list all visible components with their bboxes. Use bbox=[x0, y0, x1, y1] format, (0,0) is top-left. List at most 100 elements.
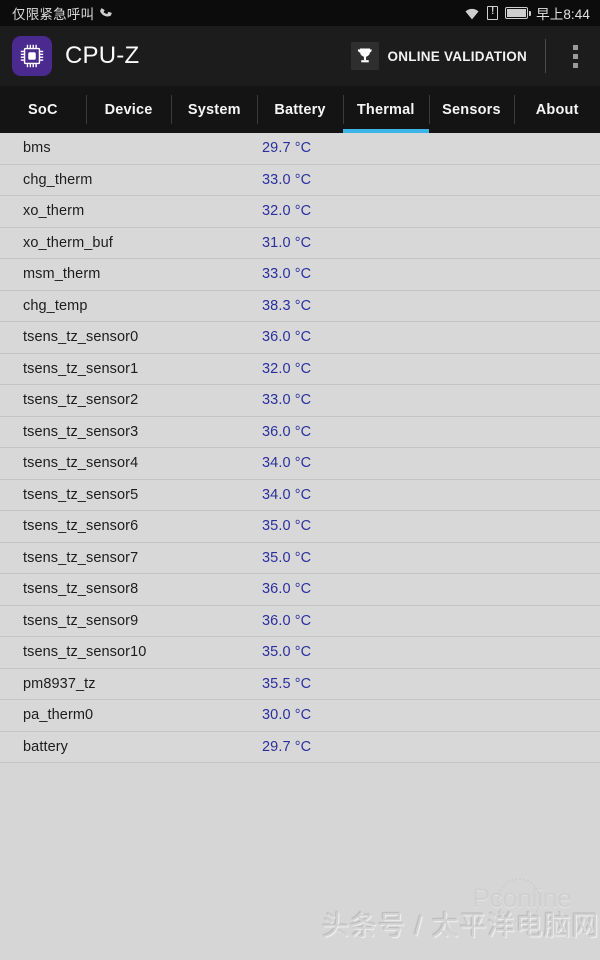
sensor-temperature: 38.3 °C bbox=[262, 297, 312, 314]
kebab-dot bbox=[572, 53, 578, 59]
sensor-temperature: 36.0 °C bbox=[262, 423, 312, 440]
sensor-temperature: 34.0 °C bbox=[262, 455, 312, 472]
table-row[interactable]: xo_therm_buf 31.0 °C bbox=[0, 227, 600, 259]
table-row[interactable]: tsens_tz_sensor4 34.0 °C bbox=[0, 448, 600, 480]
row-inner: tsens_tz_sensor2 33.0 °C bbox=[0, 385, 600, 416]
sensor-name: tsens_tz_sensor2 bbox=[23, 392, 139, 409]
tab-label: Device bbox=[104, 101, 153, 118]
row-inner: tsens_tz_sensor4 34.0 °C bbox=[0, 448, 600, 479]
row-inner: tsens_tz_sensor0 36.0 °C bbox=[0, 322, 600, 353]
row-inner: tsens_tz_sensor9 36.0 °C bbox=[0, 606, 600, 637]
sensor-name: tsens_tz_sensor9 bbox=[23, 612, 139, 629]
table-row[interactable]: tsens_tz_sensor1 32.0 °C bbox=[0, 353, 600, 385]
table-row[interactable]: tsens_tz_sensor7 35.0 °C bbox=[0, 542, 600, 574]
cpu-chip-icon bbox=[12, 36, 52, 76]
tab-bar: SoC Device System Battery Thermal Sensors Abou… bbox=[0, 86, 600, 133]
table-row[interactable]: tsens_tz_sensor8 36.0 °C bbox=[0, 574, 600, 606]
sensor-temperature: 33.0 °C bbox=[262, 266, 312, 283]
status-bar-right: 早上8:44 bbox=[464, 3, 590, 23]
sensor-temperature: 36.0 °C bbox=[262, 329, 312, 346]
tab-label: SoC bbox=[28, 101, 58, 118]
trophy-icon bbox=[350, 42, 379, 70]
sensor-name: xo_therm_buf bbox=[23, 234, 113, 251]
tab-device[interactable]: Device bbox=[85, 86, 172, 133]
wifi-icon bbox=[464, 7, 480, 20]
table-row[interactable]: tsens_tz_sensor0 36.0 °C bbox=[0, 322, 600, 354]
table-row[interactable]: tsens_tz_sensor3 36.0 °C bbox=[0, 416, 600, 448]
table-row[interactable]: tsens_tz_sensor9 36.0 °C bbox=[0, 605, 600, 637]
row-inner: msm_therm 33.0 °C bbox=[0, 259, 600, 290]
tab-system[interactable]: System bbox=[171, 86, 257, 133]
battery-icon bbox=[505, 7, 532, 19]
sensor-name: tsens_tz_sensor4 bbox=[23, 455, 139, 472]
sensor-name: tsens_tz_sensor8 bbox=[23, 581, 139, 598]
row-inner: tsens_tz_sensor8 36.0 °C bbox=[0, 574, 600, 605]
tab-label: Battery bbox=[274, 101, 326, 118]
sim-alert-icon bbox=[487, 5, 499, 20]
row-inner: chg_temp 38.3 °C bbox=[0, 291, 600, 322]
sensor-temperature: 35.5 °C bbox=[262, 675, 312, 692]
online-validation-button[interactable]: ONLINE VALIDATION bbox=[350, 42, 528, 70]
sensor-name: msm_therm bbox=[23, 266, 101, 283]
table-row[interactable]: xo_therm 32.0 °C bbox=[0, 196, 600, 228]
tab-about[interactable]: About bbox=[514, 86, 600, 133]
row-inner: tsens_tz_sensor3 36.0 °C bbox=[0, 417, 600, 448]
clock-label: 早上8:44 bbox=[536, 7, 590, 22]
sensor-temperature: 29.7 °C bbox=[262, 140, 312, 157]
sensor-temperature: 30.0 °C bbox=[262, 707, 312, 724]
kebab-dot bbox=[572, 44, 578, 50]
table-row[interactable]: pa_therm0 30.0 °C bbox=[0, 700, 600, 732]
sensor-name: bms bbox=[23, 140, 51, 157]
tab-battery[interactable]: Battery bbox=[257, 86, 343, 133]
table-row[interactable]: msm_therm 33.0 °C bbox=[0, 259, 600, 291]
app-bar-divider bbox=[545, 39, 546, 73]
table-row[interactable]: tsens_tz_sensor2 33.0 °C bbox=[0, 385, 600, 417]
sensor-name: pa_therm0 bbox=[23, 707, 94, 724]
tab-thermal[interactable]: Thermal bbox=[342, 86, 429, 133]
sensor-name: tsens_tz_sensor10 bbox=[23, 644, 147, 661]
table-row[interactable]: tsens_tz_sensor5 34.0 °C bbox=[0, 479, 600, 511]
sensor-name: tsens_tz_sensor7 bbox=[23, 549, 139, 566]
sensor-temperature: 33.0 °C bbox=[262, 392, 312, 409]
table-row[interactable]: battery 29.7 °C bbox=[0, 731, 600, 763]
status-bar-left: 仅限紧急呼叫 bbox=[12, 3, 113, 23]
sensor-name: tsens_tz_sensor1 bbox=[23, 360, 139, 377]
row-inner: tsens_tz_sensor6 35.0 °C bbox=[0, 511, 600, 542]
tab-sensors[interactable]: Sensors bbox=[428, 86, 515, 133]
row-inner: pm8937_tz 35.5 °C bbox=[0, 669, 600, 700]
row-inner: xo_therm 32.0 °C bbox=[0, 196, 600, 227]
tab-soc[interactable]: SoC bbox=[0, 86, 86, 133]
tab-label: Sensors bbox=[442, 101, 501, 118]
sensor-temperature: 36.0 °C bbox=[262, 581, 312, 598]
sensor-temperature: 29.7 °C bbox=[262, 738, 312, 755]
more-vertical-icon[interactable] bbox=[562, 26, 588, 86]
online-validation-label: ONLINE VALIDATION bbox=[387, 48, 527, 64]
row-inner: battery 29.7 °C bbox=[0, 732, 600, 763]
app-title: CPU-Z bbox=[65, 42, 140, 69]
thermal-list[interactable]: bms 29.7 °C chg_therm 33.0 °C xo_therm 32.0 °… bbox=[0, 133, 600, 960]
row-inner: tsens_tz_sensor7 35.0 °C bbox=[0, 543, 600, 574]
sensor-temperature: 34.0 °C bbox=[262, 486, 312, 503]
tab-label: Thermal bbox=[356, 101, 415, 118]
sensor-name: xo_therm bbox=[23, 203, 85, 220]
row-inner: tsens_tz_sensor10 35.0 °C bbox=[0, 637, 600, 668]
sensor-temperature: 32.0 °C bbox=[262, 203, 312, 220]
table-row[interactable]: bms 29.7 °C bbox=[0, 133, 600, 165]
row-inner: tsens_tz_sensor5 34.0 °C bbox=[0, 480, 600, 511]
sensor-name: tsens_tz_sensor0 bbox=[23, 329, 139, 346]
tab-label: System bbox=[187, 101, 241, 118]
table-row[interactable]: tsens_tz_sensor10 35.0 °C bbox=[0, 637, 600, 669]
table-row[interactable]: chg_therm 33.0 °C bbox=[0, 164, 600, 196]
sensor-name: tsens_tz_sensor6 bbox=[23, 518, 139, 535]
table-row[interactable]: chg_temp 38.3 °C bbox=[0, 290, 600, 322]
sensor-temperature: 31.0 °C bbox=[262, 234, 312, 251]
table-row[interactable]: pm8937_tz 35.5 °C bbox=[0, 668, 600, 700]
sensor-temperature: 35.0 °C bbox=[262, 644, 312, 661]
table-row[interactable]: tsens_tz_sensor6 35.0 °C bbox=[0, 511, 600, 543]
sensor-name: tsens_tz_sensor3 bbox=[23, 423, 139, 440]
sensor-name: battery bbox=[23, 738, 69, 755]
sensor-temperature: 35.0 °C bbox=[262, 518, 312, 535]
sensor-temperature: 32.0 °C bbox=[262, 360, 312, 377]
sensor-temperature: 36.0 °C bbox=[262, 612, 312, 629]
row-inner: chg_therm 33.0 °C bbox=[0, 165, 600, 196]
